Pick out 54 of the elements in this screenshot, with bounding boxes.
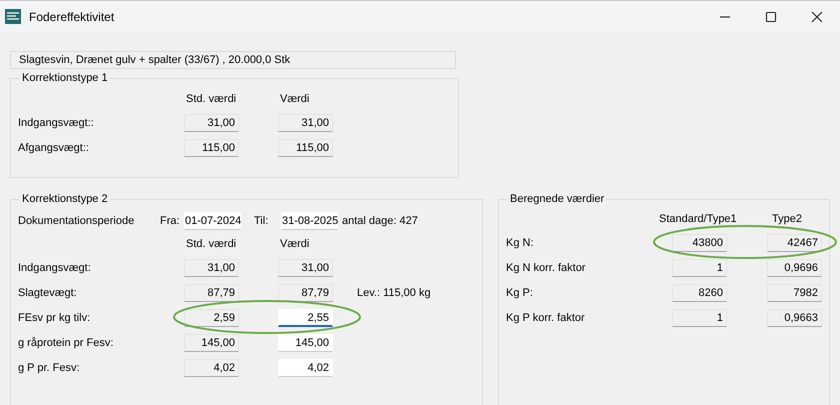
value-field: 7982: [767, 284, 822, 302]
maximize-icon: [765, 10, 777, 22]
value-field: 1: [672, 308, 727, 326]
value-field[interactable]: 145,00: [184, 334, 239, 352]
value-field: 0,9696: [767, 258, 822, 276]
value-field[interactable]: 87,79: [278, 284, 333, 302]
field-note: Lev.: 115,00 kg: [357, 286, 431, 298]
column-header: Værdi: [279, 93, 310, 105]
value-field: 43800: [672, 234, 727, 252]
date-field[interactable]: 31-08-2025: [281, 212, 338, 230]
value-field[interactable]: 115,00: [278, 138, 333, 156]
close-icon: [811, 10, 823, 22]
value-field[interactable]: 4,02: [278, 358, 333, 376]
column-header: Std. værdi: [185, 93, 238, 105]
field-label: Slagtevægt:: [18, 286, 78, 298]
value-field: 0,9663: [767, 308, 822, 326]
column-header: Type2: [772, 213, 802, 225]
value-field[interactable]: 115,00: [184, 138, 239, 156]
field-label: Afgangsvægt::: [18, 142, 90, 154]
field-label: FEsv pr kg tilv:: [18, 312, 92, 324]
field-label: Dokumentationsperiode: [18, 214, 136, 226]
value-field[interactable]: 31,00: [184, 114, 239, 132]
value-field[interactable]: 31,00: [278, 114, 333, 132]
field-label: Indgangsvægt:: [18, 262, 92, 274]
value-field[interactable]: 2,55: [278, 308, 333, 326]
column-header: Værdi: [279, 238, 310, 250]
field-label: Kg N korr. faktor: [506, 262, 586, 274]
app-icon: [5, 9, 21, 24]
summary-text: Slagtesvin, Drænet gulv + spalter (33/67) , 20.000,0 Stk: [19, 54, 290, 66]
column-header: Std. værdi: [185, 238, 238, 250]
value-field: 8260: [672, 284, 727, 302]
field-label: Til:: [254, 214, 270, 226]
field-label: Kg N:: [506, 236, 535, 248]
days-count: antal dage: 427: [342, 214, 418, 226]
value-field[interactable]: 31,00: [184, 258, 239, 276]
value-field: 42467: [767, 234, 822, 252]
group-title: Korrektionstype 2: [21, 193, 109, 205]
group-title: Korrektionstype 1: [21, 72, 109, 84]
value-field[interactable]: 2,59: [184, 308, 239, 326]
value-field[interactable]: 31,00: [278, 258, 333, 276]
field-label: g råprotein pr Fesv:: [18, 336, 114, 348]
field-label: Kg P korr. faktor: [506, 312, 586, 324]
field-label: Fra:: [160, 214, 181, 226]
field-label: Kg P:: [506, 286, 534, 298]
date-field[interactable]: 01-07-2024: [184, 212, 241, 230]
field-label: g P pr. Fesv:: [18, 362, 81, 374]
field-label: Indgangsvægt::: [18, 116, 95, 128]
value-field[interactable]: 87,79: [184, 284, 239, 302]
group-title: Beregnede værdier: [509, 193, 606, 205]
value-field[interactable]: 4,02: [184, 358, 239, 376]
value-field[interactable]: 145,00: [278, 334, 333, 352]
column-header: Standard/Type1: [659, 213, 738, 225]
value-field: 1: [672, 258, 727, 276]
window-title: Fodereffektivitet: [29, 10, 114, 24]
